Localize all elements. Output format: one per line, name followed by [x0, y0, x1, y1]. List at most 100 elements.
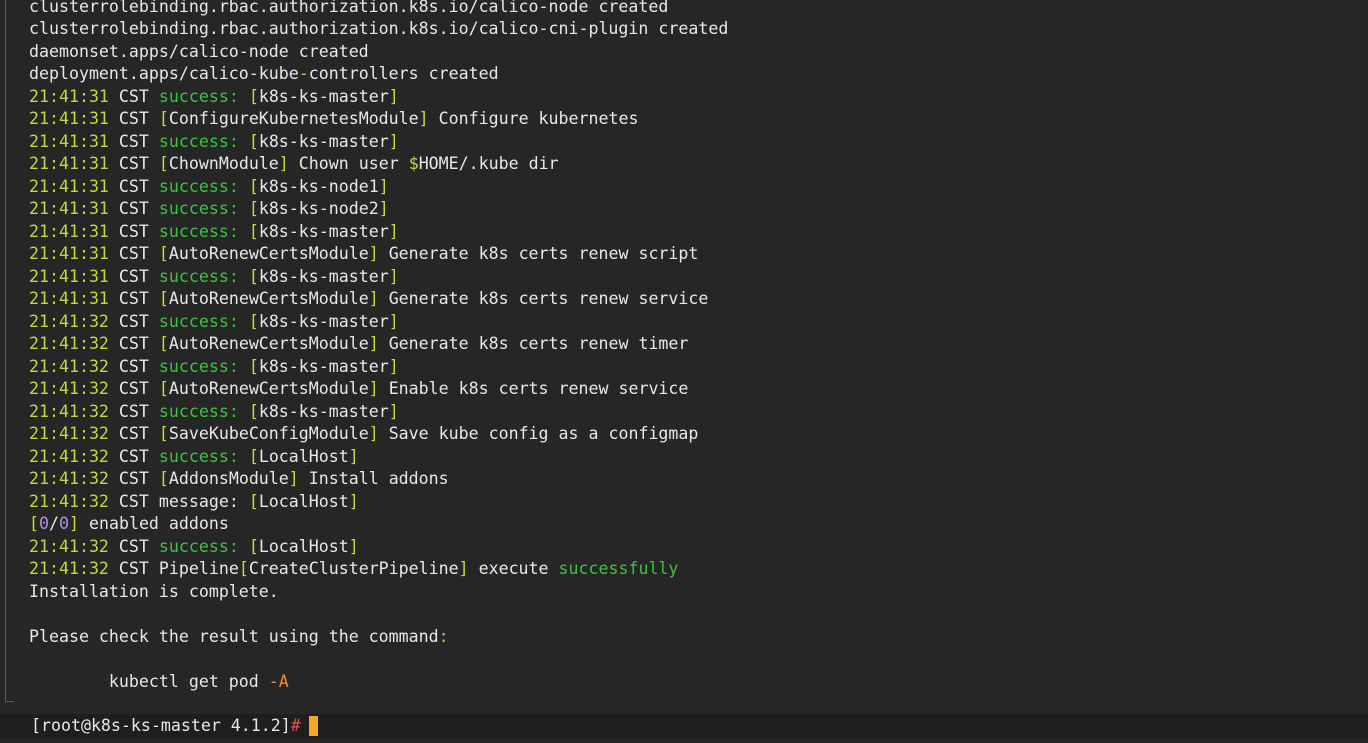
line-segment: k8s-ks-master	[258, 401, 389, 421]
line-segment: Please check the result using the comman…	[29, 626, 439, 646]
line-segment: CST	[108, 221, 159, 241]
line-segment: 21:41:32	[29, 356, 109, 376]
line-segment: [	[248, 266, 259, 286]
line-segment: Generate k8s certs renew timer	[378, 334, 689, 353]
line-segment: k8s-ks-node2	[258, 199, 379, 218]
line-segment: [	[248, 221, 259, 241]
line-segment: CST	[108, 266, 159, 286]
line-segment	[239, 357, 249, 376]
line-segment: CST Pipeline	[108, 559, 239, 578]
line-segment: k8s-ks-master	[258, 311, 389, 331]
line-segment	[239, 312, 249, 331]
line-segment: success:	[158, 176, 239, 196]
line-segment: [	[248, 86, 259, 106]
line-segment: [	[158, 379, 169, 398]
terminal-line: 21:41:32 CST success: [k8s-ks-master]	[29, 311, 399, 334]
line-segment: ]	[348, 446, 359, 466]
line-segment: Installation is complete.	[29, 581, 279, 601]
line-segment: 21:41:31	[29, 289, 109, 308]
line-segment: 21:41:32	[29, 536, 109, 556]
line-segment: ]	[278, 154, 289, 173]
terminal-line: 21:41:31 CST success: [k8s-ks-node1]	[29, 176, 389, 199]
line-segment: AutoRenewCertsModule	[168, 289, 369, 308]
line-segment: 21:41:31	[29, 86, 109, 106]
line-segment: success:	[158, 266, 239, 286]
line-segment: 21:41:31	[29, 221, 109, 241]
terminal-line: 21:41:32 CST [SaveKubeConfigModule] Save…	[29, 423, 698, 446]
line-segment	[239, 87, 249, 106]
line-segment: ]	[348, 536, 359, 556]
line-segment: $	[408, 154, 419, 173]
line-segment: 21:41:31	[29, 109, 109, 128]
line-segment: CST	[108, 244, 159, 263]
line-segment: Chown user	[288, 154, 409, 173]
line-segment: [	[158, 154, 169, 173]
line-segment: ]	[368, 289, 379, 308]
line-segment: 21:41:31	[29, 244, 109, 263]
line-segment: ]	[388, 86, 399, 106]
line-segment: Generate k8s certs renew script	[378, 244, 699, 263]
line-segment: CST	[108, 86, 159, 106]
line-segment	[239, 402, 249, 421]
text-cursor[interactable]	[309, 716, 318, 736]
terminal-line: 21:41:32 CST Pipeline[CreateClusterPipel…	[29, 558, 678, 581]
line-segment: ]	[368, 334, 379, 353]
terminal-window[interactable]: clusterrolebinding.rbac.authorization.k8…	[0, 0, 1368, 743]
line-segment: 21:41:32	[29, 469, 109, 488]
line-segment: :	[438, 626, 449, 646]
command-output-block: clusterrolebinding.rbac.authorization.k8…	[0, 0, 1368, 706]
line-segment: ]	[348, 491, 359, 511]
line-segment	[239, 177, 249, 196]
line-segment: 21:41:32	[29, 334, 109, 353]
line-segment: execute	[468, 559, 559, 578]
terminal-line: 21:41:32 CST success: [LocalHost]	[29, 446, 359, 469]
line-segment: CST	[108, 424, 159, 443]
line-segment: CST	[108, 109, 159, 128]
line-segment: 21:41:32	[29, 311, 109, 331]
line-segment: [	[248, 199, 259, 218]
line-segment: [	[248, 446, 259, 466]
line-segment: 21:41:32	[29, 559, 109, 578]
line-segment: AddonsModule	[168, 469, 289, 488]
terminal-line: 21:41:31 CST [ConfigureKubernetesModule]…	[29, 108, 638, 131]
line-segment: 21:41:31	[29, 131, 109, 151]
line-segment: CST	[108, 446, 159, 466]
terminal-line: deployment.apps/calico-kube-controllers …	[29, 63, 499, 86]
line-segment: [	[248, 176, 259, 196]
line-segment: 21:41:32	[29, 379, 109, 398]
line-segment: clusterrolebinding.rbac.authorization.k8…	[29, 0, 669, 16]
terminal-line: Installation is complete.	[29, 581, 279, 604]
line-segment: -	[298, 64, 309, 83]
terminal-line: kubectl get pod -A	[29, 671, 289, 694]
line-segment: ]	[388, 401, 399, 421]
terminal-line: 21:41:32 CST [AddonsModule] Install addo…	[29, 468, 449, 491]
output-block-gutter	[5, 0, 6, 702]
line-segment: 21:41:31	[29, 176, 109, 196]
line-segment: k8s-ks-master	[258, 266, 389, 286]
line-segment: LocalHost	[258, 491, 349, 511]
line-segment: ]	[418, 109, 429, 128]
line-segment: k8s-ks-master	[258, 356, 389, 376]
line-segment: [	[248, 401, 259, 421]
line-segment: CST	[108, 334, 159, 353]
line-segment: [	[238, 559, 249, 578]
line-segment: AutoRenewCertsModule	[168, 334, 369, 353]
line-segment: daemonset.apps/calico-node created	[29, 41, 369, 61]
line-segment: kubectl get pod	[29, 671, 269, 691]
line-segment	[239, 447, 249, 466]
line-segment: [	[158, 109, 169, 128]
line-segment: CST	[108, 379, 159, 398]
line-segment: [	[248, 491, 259, 511]
line-segment: CST	[108, 289, 159, 308]
line-segment: /	[49, 514, 59, 533]
line-segment: success:	[158, 401, 239, 421]
line-segment: -A	[268, 671, 289, 691]
prompt-bar[interactable]: [root@k8s-ks-master 4.1.2]#	[0, 714, 1368, 738]
shell-prompt: [root@k8s-ks-master 4.1.2]#	[31, 714, 301, 738]
line-segment	[239, 537, 249, 556]
line-segment: CST	[108, 356, 159, 376]
line-segment: [	[248, 536, 259, 556]
terminal-line: 21:41:31 CST success: [k8s-ks-node2]	[29, 198, 389, 221]
line-segment: LocalHost	[258, 536, 349, 556]
line-segment: 21:41:32	[29, 446, 109, 466]
